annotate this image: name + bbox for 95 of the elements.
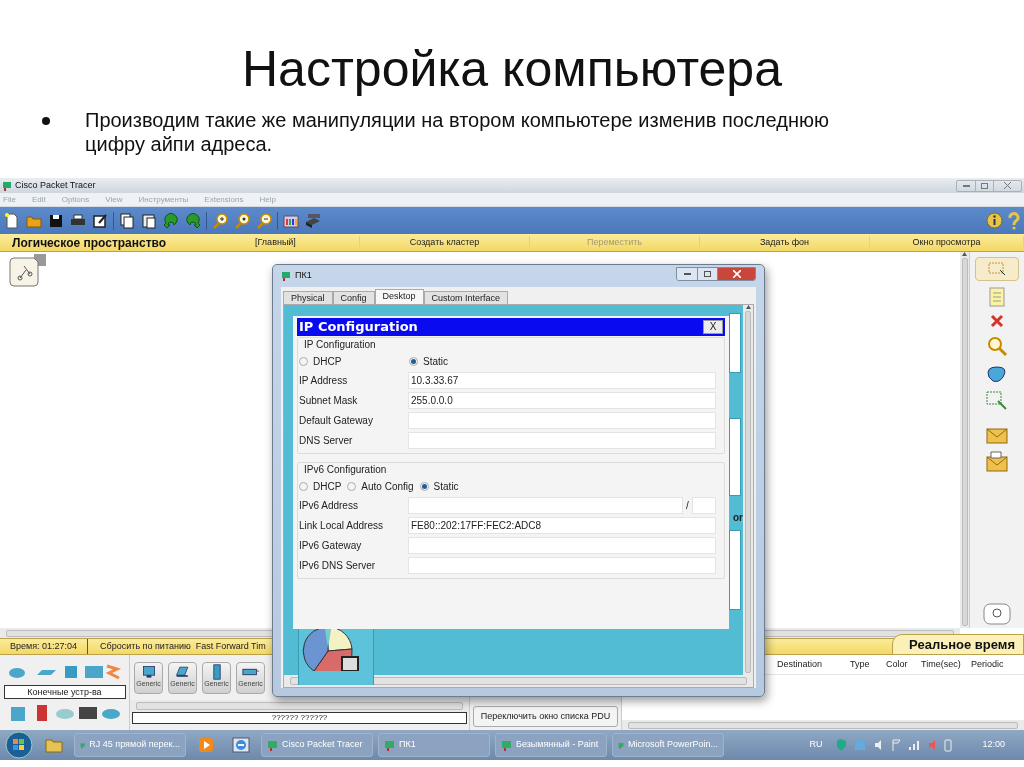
envelope-icon[interactable] (985, 451, 1009, 473)
resize-icon[interactable] (986, 391, 1008, 411)
dialog-title: ПК1 (295, 269, 312, 283)
device-icon[interactable] (304, 211, 322, 230)
copy-icon[interactable] (118, 211, 136, 230)
field-label: IPv6 DNS Server (298, 558, 377, 573)
radio-button[interactable] (299, 481, 308, 491)
info-icon[interactable] (986, 212, 1003, 229)
folder-icon[interactable] (45, 737, 63, 753)
field-label: Link Local Address (298, 518, 384, 533)
input-field[interactable] (408, 536, 716, 554)
delete-icon[interactable] (989, 313, 1005, 329)
radio-label: Auto Config (361, 479, 414, 494)
radio-label: DHCP (313, 354, 342, 369)
workspace-action[interactable]: Окно просмотра (870, 235, 1024, 250)
input-field[interactable]: FE80::202:17FF:FEC2:ADC8 (408, 516, 716, 534)
close-icon (1004, 182, 1011, 189)
maximize-button[interactable] (697, 268, 717, 280)
input-field[interactable] (408, 496, 683, 514)
app-icon (281, 271, 291, 281)
app-icon (2, 180, 12, 191)
field-label: Default Gateway (298, 413, 374, 428)
bullet-text: Производим такие же манипуляции на втором компьютере изменив последнюю цифру айпи адреса. (85, 108, 830, 156)
window-icon (267, 739, 278, 751)
close-icon (732, 270, 741, 278)
field-label: IPv6 Address (298, 498, 359, 513)
zoom-out-icon[interactable] (255, 211, 273, 230)
bullet-icon (42, 117, 50, 125)
input-field[interactable] (408, 431, 716, 449)
start-button[interactable] (4, 731, 34, 759)
group-title: IPv6 Configuration (303, 463, 388, 477)
time-label: Время: 01:27:04 (0, 639, 89, 654)
panel-title: IP Configuration (299, 318, 418, 337)
radio-button[interactable] (347, 481, 357, 491)
window-icon (501, 739, 512, 751)
select-icon (988, 262, 1006, 276)
radio-button[interactable] (299, 356, 308, 366)
input-field[interactable] (408, 556, 716, 574)
zoom-reset-icon[interactable] (233, 211, 251, 230)
status-text: ?????? ?????? (132, 712, 467, 724)
scrollbar[interactable] (960, 252, 969, 628)
category-label: Конечные устр-ва (3, 685, 126, 699)
field-label: Subnet Mask (298, 393, 359, 408)
new-file-icon[interactable] (3, 211, 21, 230)
workspace-action[interactable]: Задать фон (700, 235, 870, 250)
pdu-list-button[interactable]: Переключить окно списка PDU (473, 706, 618, 727)
shape-icon[interactable] (985, 363, 1009, 385)
workspace-action[interactable]: [Главный] (240, 235, 360, 250)
slide-title: Настройка компьютера (241, 40, 783, 94)
device-icon[interactable] (982, 602, 1012, 626)
envelope-icon[interactable] (985, 425, 1009, 445)
workspace-action[interactable]: Создать кластер (360, 235, 530, 250)
scrollbar[interactable] (622, 720, 1024, 730)
column-header: Destination (777, 657, 824, 671)
tab[interactable]: Config (332, 291, 375, 304)
input-field[interactable]: 255.0.0.0 (408, 391, 716, 409)
scroll-up-icon[interactable] (745, 305, 751, 309)
radio-button[interactable] (419, 481, 429, 491)
scrollbar[interactable] (130, 700, 469, 712)
radio-label: DHCP (313, 479, 342, 494)
mode-tab[interactable]: Реальное время (892, 634, 1024, 655)
tab[interactable]: Custom Interface (423, 291, 509, 304)
group-title: IP Configuration (303, 338, 377, 352)
window-title: Cisco Packet Tracer (15, 178, 96, 192)
redo-icon[interactable] (184, 211, 202, 230)
radio-label: Static (433, 479, 459, 494)
radio-button[interactable] (409, 356, 418, 366)
close-button[interactable]: X (703, 320, 723, 334)
tab[interactable]: Physical (283, 291, 333, 304)
paste-icon[interactable] (140, 211, 158, 230)
input-field[interactable]: 10.3.33.67 (408, 371, 716, 389)
field-label: IP Address (298, 373, 349, 388)
time-button[interactable]: Сбросить по питанию (100, 639, 191, 654)
radio-label: Static (423, 354, 448, 369)
field-label: IPv6 Gateway (298, 538, 363, 553)
background-text: or (733, 511, 743, 525)
zoom-in-icon[interactable] (211, 211, 229, 230)
close-button[interactable] (717, 268, 755, 280)
separator-text: / (686, 498, 689, 513)
search-icon[interactable] (986, 335, 1008, 357)
play-icon[interactable] (198, 737, 214, 753)
workspace-title: Логическое пространство (11, 234, 168, 252)
time-button[interactable]: Fast Forward Tim (195, 639, 266, 654)
prefix-field[interactable] (691, 496, 716, 514)
column-header: Time(sec) (921, 657, 962, 671)
tab[interactable]: Desktop (374, 289, 424, 304)
column-header: Periodic (971, 657, 1005, 671)
column-header: Color (886, 657, 909, 671)
column-header: Type (850, 657, 871, 671)
field-label: DNS Server (298, 433, 354, 448)
minimize-button[interactable] (677, 268, 697, 280)
window-icon (384, 739, 395, 751)
scrollbar[interactable] (743, 305, 753, 675)
browser-icon[interactable] (232, 736, 250, 754)
input-field[interactable] (408, 411, 716, 429)
